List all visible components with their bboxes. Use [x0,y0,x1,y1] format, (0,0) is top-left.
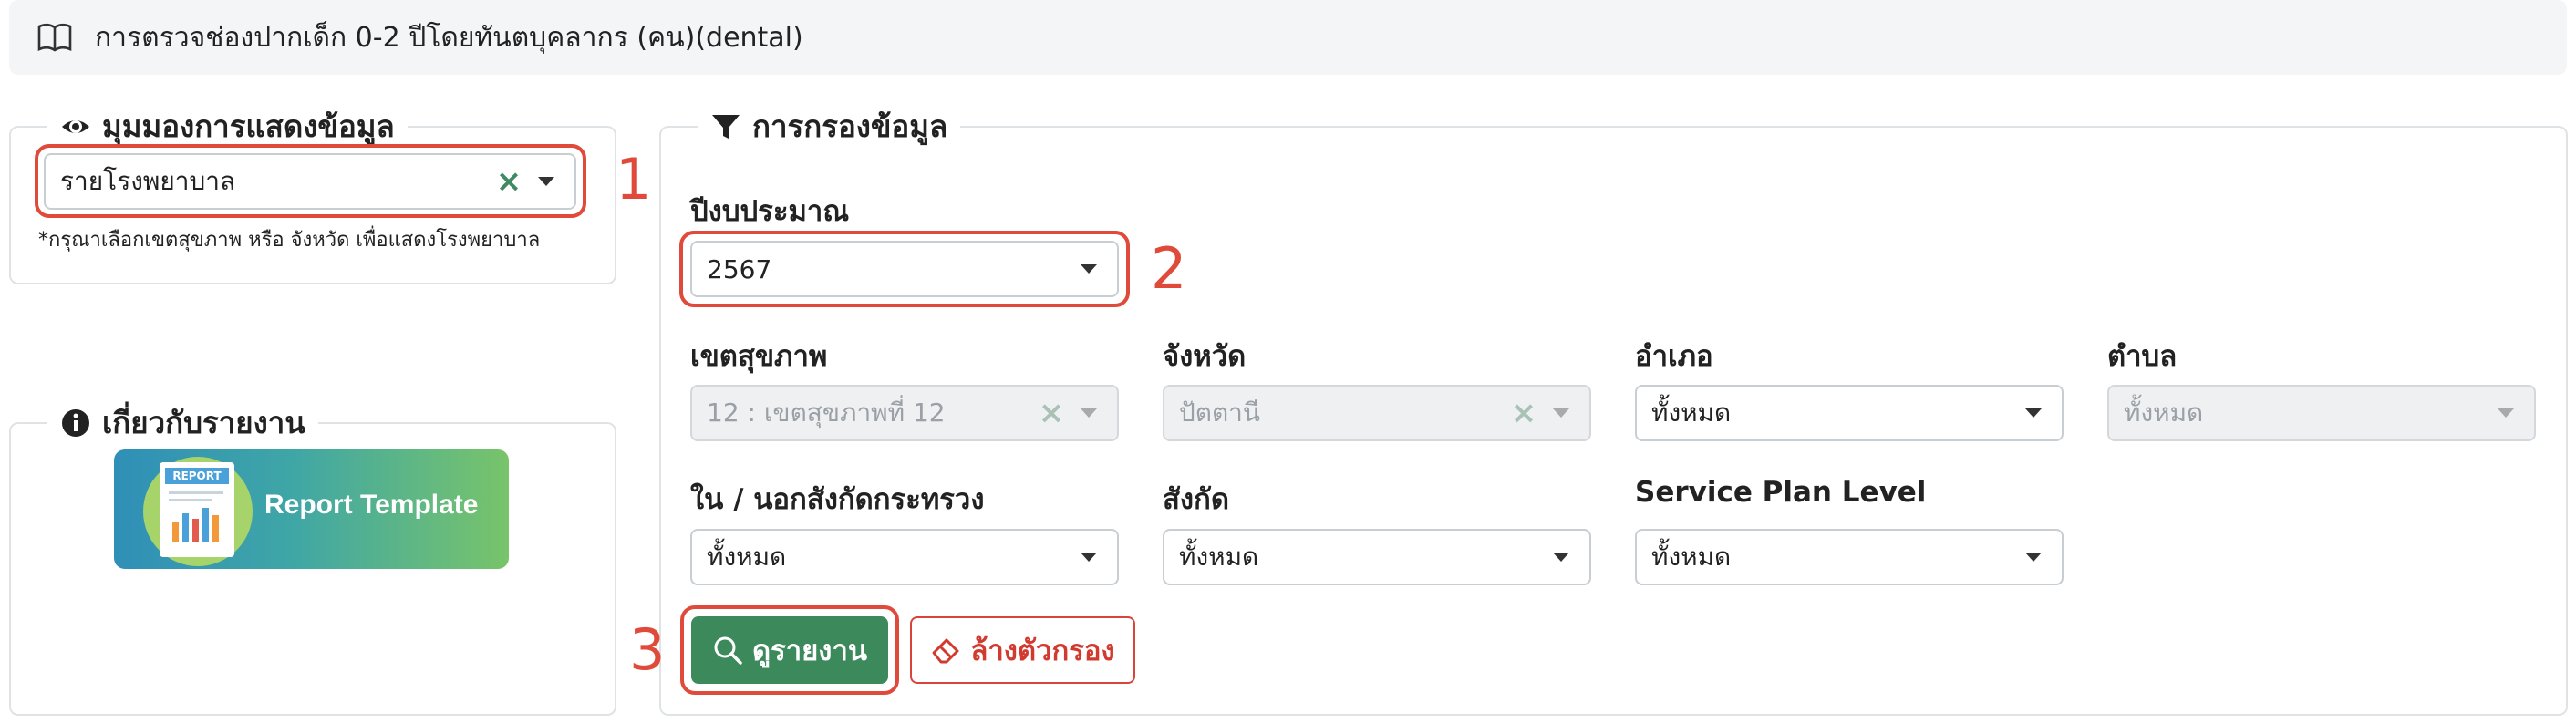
chevron-down-icon[interactable] [2025,553,2042,562]
region-label: เขตสุขภาพ [690,340,828,373]
book-icon [37,23,72,52]
clear-filter-button[interactable]: ล้างตัวกรอง [910,616,1135,684]
budget-year-label: ปีงบประมาณ [690,195,850,228]
clear-icon[interactable]: × [1505,395,1542,431]
subdistrict-select[interactable]: ทั้งหมด [2107,385,2536,441]
service-plan-select[interactable]: ทั้งหมด [1635,529,2064,585]
annotation-number-3: 3 [629,616,666,683]
annotation-number-1: 1 [616,146,652,212]
filter-panel-legend: การกรองข้อมูล [698,102,960,150]
chevron-down-icon[interactable] [1081,553,1097,562]
ministry-label: ใน / นอกสังกัดกระทรวง [690,483,985,516]
chevron-down-icon[interactable] [2498,408,2514,418]
district-label: อำเภอ [1635,340,1713,373]
province-value: ปัตตานี [1179,398,1261,428]
filter-icon [712,114,740,139]
district-select[interactable]: ทั้งหมด [1635,385,2064,441]
chevron-down-icon[interactable] [1553,408,1569,418]
chevron-down-icon[interactable] [1081,408,1097,418]
annotation-number-2: 2 [1151,235,1187,302]
region-select[interactable]: 12 : เขตสุขภาพที่ 12 × [690,385,1119,441]
ministry-value: ทั้งหมด [707,542,787,572]
view-mode-note: *กรุณาเลือกเขตสุขภาพ หรือ จังหวัด เพื่อแ… [38,229,541,252]
banner-text: Report Template [264,490,479,520]
service-plan-label: Service Plan Level [1635,476,1927,509]
chevron-down-icon[interactable] [1553,553,1569,562]
subdistrict-label: ตำบล [2107,340,2178,373]
affiliation-value: ทั้งหมด [1179,542,1259,572]
province-select[interactable]: ปัตตานี × [1163,385,1591,441]
service-plan-value: ทั้งหมด [1651,542,1732,572]
annotation-box-2 [679,231,1130,307]
report-icon: REPORT [160,462,234,557]
region-value: 12 : เขตสุขภาพที่ 12 [707,398,946,428]
clear-icon[interactable]: × [1033,395,1070,431]
annotation-box-1 [35,144,586,218]
ministry-select[interactable]: ทั้งหมด [690,529,1119,585]
about-panel-legend: เกี่ยวกับรายงาน [47,398,318,447]
chevron-down-icon[interactable] [2025,408,2042,418]
district-value: ทั้งหมด [1651,398,1732,428]
bar-chart-icon [169,491,223,542]
eye-icon [62,119,89,133]
filter-panel-title: การกรองข้อมูล [752,108,948,144]
info-icon [62,408,89,437]
subdistrict-value: ทั้งหมด [2124,398,2204,428]
affiliation-select[interactable]: ทั้งหมด [1163,529,1591,585]
report-template-banner[interactable]: REPORT Report Template [114,449,509,569]
annotation-box-3 [680,605,899,695]
page-title: การตรวจช่องปากเด็ก 0-2 ปีโดยทันตบุคลากร … [95,21,803,54]
clear-filter-label: ล้างตัวกรอง [970,635,1115,667]
eraser-icon [932,638,959,664]
province-label: จังหวัด [1163,340,1247,373]
affiliation-label: สังกัด [1163,483,1229,516]
page-header: การตรวจช่องปากเด็ก 0-2 ปีโดยทันตบุคลากร … [9,0,2567,75]
about-panel-title: เกี่ยวกับรายงาน [102,405,305,440]
